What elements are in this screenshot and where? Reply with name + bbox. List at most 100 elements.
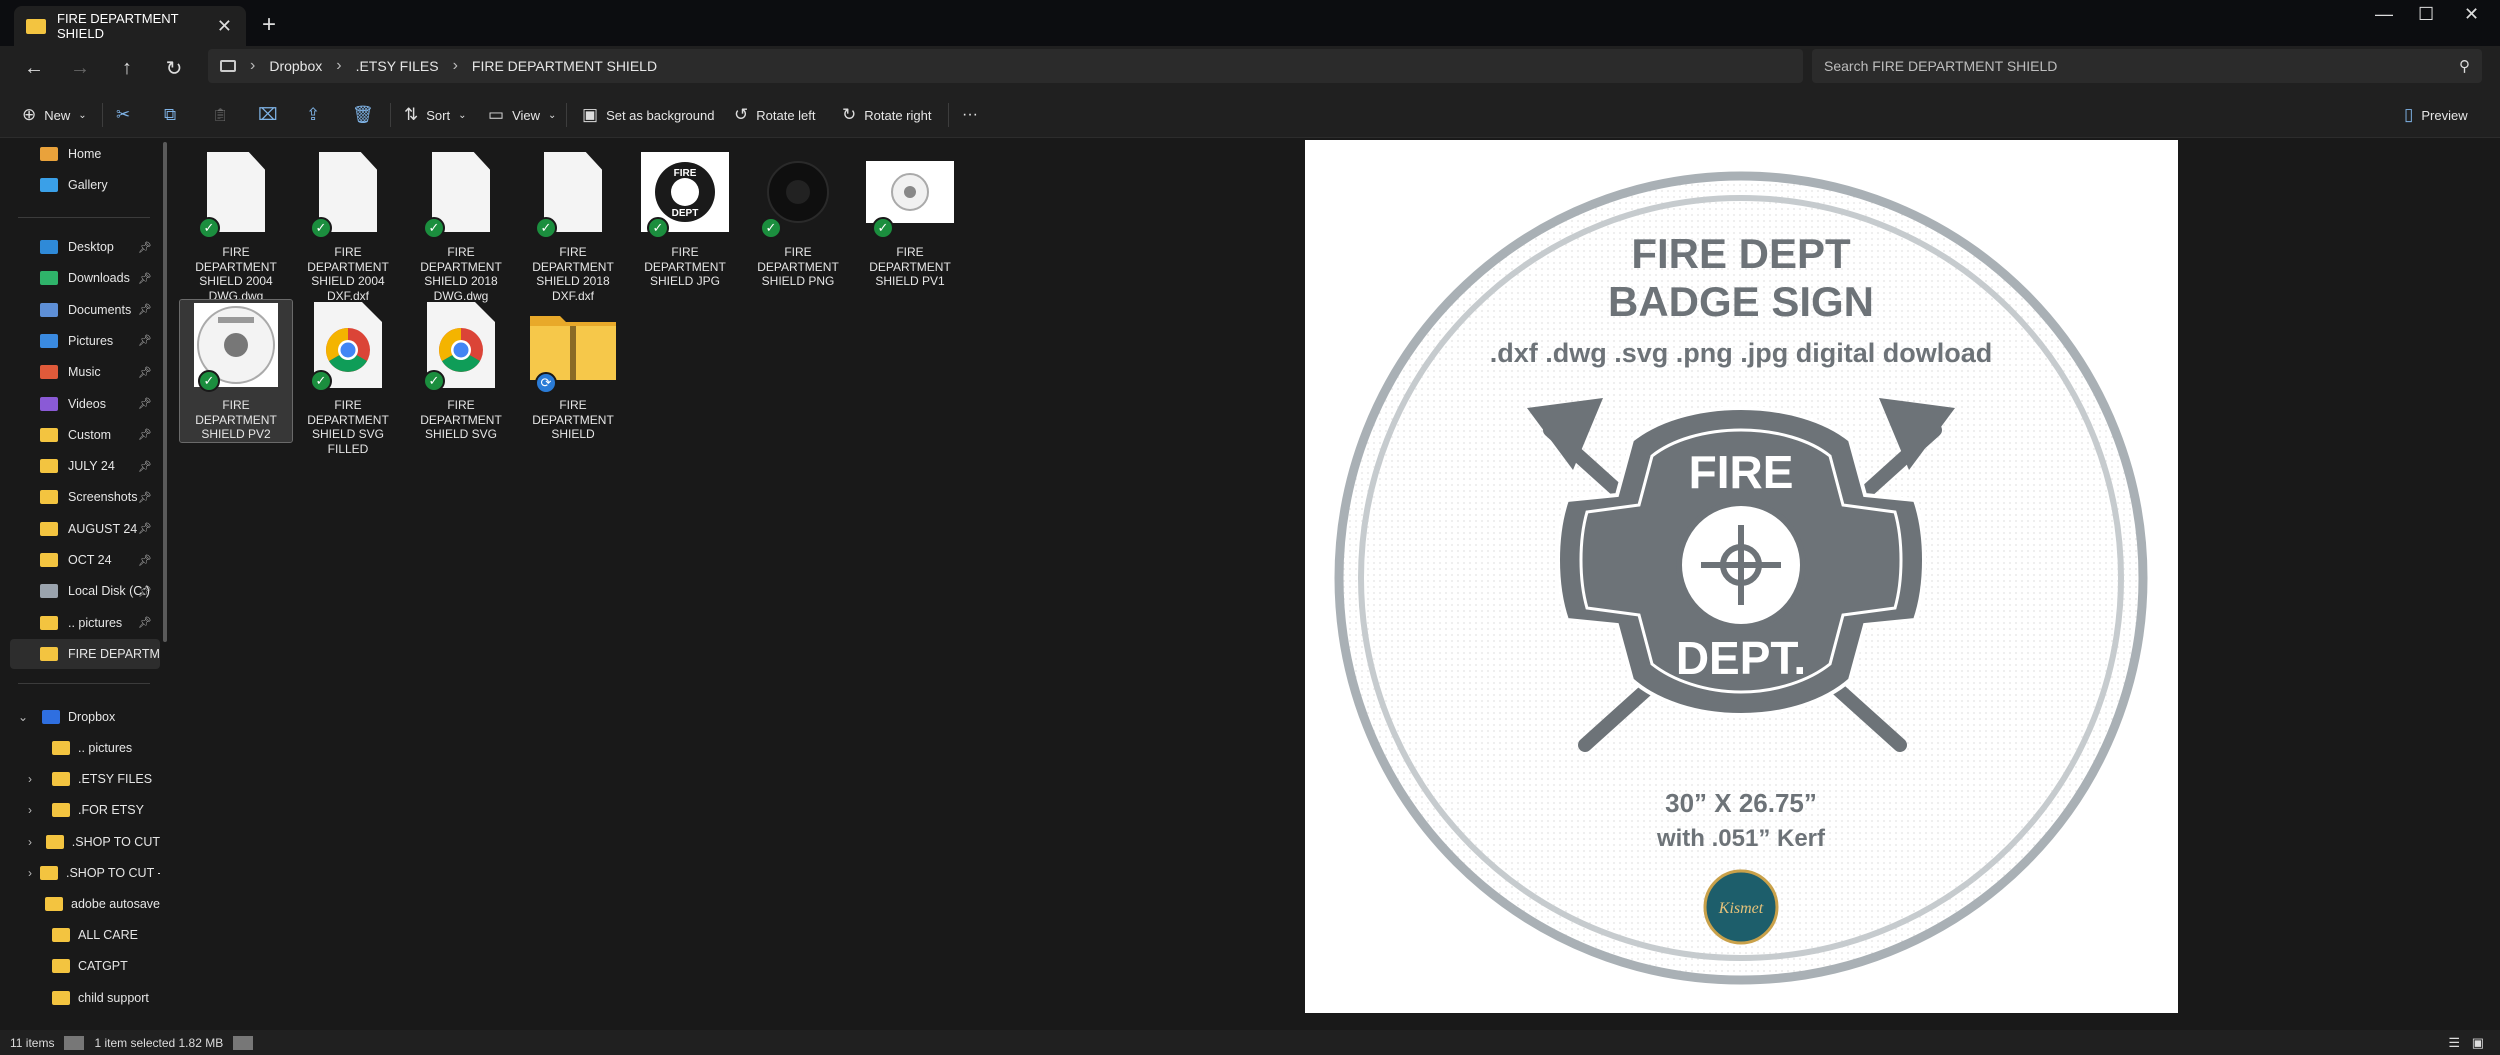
tiles-view-icon[interactable]: ▣ (2462, 1035, 2494, 1051)
rotate-left-button[interactable]: ↺ Rotate left (734, 98, 816, 132)
sidebar-item-label: JULY 24 (68, 459, 115, 474)
divider (233, 1035, 254, 1050)
tree-item--shop-to-cut[interactable]: › .SHOP TO CUT (10, 827, 160, 857)
sidebar-item-custom[interactable]: Custom 📌︎ (10, 420, 160, 450)
back-button[interactable]: ← (18, 52, 50, 84)
file-item[interactable]: ✓ FIRE DEPARTMENT SHIELD 2018 DWG.dwg (405, 147, 517, 303)
tree-item-label: .. pictures (78, 741, 133, 755)
tab-fire-department-shield[interactable]: FIRE DEPARTMENT SHIELD ✕ (14, 6, 246, 46)
breadcrumb-etsy-files[interactable]: .ETSY FILES (356, 58, 439, 74)
breadcrumb-dropbox[interactable]: Dropbox (269, 58, 322, 74)
file-name: FIRE DEPARTMENT SHIELD 2018 DWG.dwg (420, 245, 502, 303)
tree-item-label: .FOR ETSY (78, 803, 144, 818)
desktop-icon (40, 240, 58, 254)
more-options-button[interactable]: ··· (962, 98, 978, 132)
sort-button[interactable]: ⇅ Sort ⌄ (404, 98, 466, 132)
navigation-scrollbar[interactable] (163, 142, 167, 642)
forward-button[interactable]: → (64, 52, 96, 84)
pin-icon: 📌︎ (138, 272, 152, 285)
file-thumbnail: ⟳ (523, 300, 623, 394)
tree-item-all-care[interactable]: ALL CARE (10, 920, 160, 950)
tree-item--etsy-files[interactable]: › .ETSY FILES (10, 764, 160, 794)
chevron-right-icon[interactable]: › (28, 772, 44, 786)
tree-item-label: ALL CARE (78, 928, 138, 943)
file-item[interactable]: ✓ FIRE DEPARTMENT SHIELD PNG (742, 147, 854, 289)
rotate-left-icon: ↺ (734, 105, 749, 124)
sidebar-item-pictures[interactable]: Pictures 📌︎ (10, 326, 160, 356)
sort-label: Sort (426, 107, 451, 123)
file-item[interactable]: ✓ FIRE DEPARTMENT SHIELD PV2 (179, 299, 293, 443)
tree-item-label: .SHOP TO CUT (71, 834, 160, 849)
sidebar-item-screenshots[interactable]: Screenshots 📌︎ (10, 482, 160, 512)
folder-icon (52, 803, 70, 818)
sidebar-item-label: Desktop (68, 240, 114, 254)
sidebar-item-label: Home (68, 147, 102, 161)
status-bar: 11 items 1 item selected 1.82 MB ☰ ▣ (0, 1030, 2500, 1055)
file-item[interactable]: ✓ FIRE DEPARTMENT SHIELD 2004 DWG.dwg (180, 147, 292, 303)
close-window-button[interactable]: ✕ (2464, 4, 2479, 25)
sidebar-item-oct-24[interactable]: OCT 24 📌︎ (10, 545, 160, 575)
sidebar-divider (18, 683, 150, 684)
rename-button[interactable]: ⌧ (258, 98, 278, 132)
file-item[interactable]: ✓ FIRE DEPARTMENT SHIELD 2004 DXF.dxf (292, 147, 404, 303)
up-button[interactable]: ↑ (111, 52, 143, 84)
sidebar-item-label: Downloads (68, 271, 130, 286)
dropbox-icon (42, 710, 60, 724)
file-item[interactable]: ✓ FIRE DEPARTMENT SHIELD SVG FILLED (292, 300, 404, 456)
search-box[interactable]: Search FIRE DEPARTMENT SHIELD ⚲ (1812, 49, 2482, 83)
chevron-right-icon[interactable]: › (28, 803, 44, 817)
view-button[interactable]: ▭ View ⌄ (488, 98, 556, 132)
file-item[interactable]: ✓ FIRE DEPARTMENT SHIELD PV1 (854, 147, 966, 289)
breadcrumb-fire-department-shield[interactable]: FIRE DEPARTMENT SHIELD (472, 58, 657, 74)
search-input[interactable]: Search FIRE DEPARTMENT SHIELD (1824, 58, 2057, 74)
sidebar-item-july-24[interactable]: JULY 24 📌︎ (10, 451, 160, 481)
file-item[interactable]: ✓ FIRE DEPARTMENT SHIELD SVG (405, 300, 517, 442)
drive-icon (40, 584, 58, 599)
new-tab-button[interactable]: + (262, 11, 276, 39)
maximize-button[interactable]: ☐ (2418, 4, 2434, 25)
minimize-button[interactable]: — (2375, 4, 2393, 25)
sidebar-item-videos[interactable]: Videos 📌︎ (10, 389, 160, 419)
cut-icon: ✂ (116, 105, 131, 124)
tree-item-catgpt[interactable]: CATGPT (10, 951, 160, 981)
rotate-right-button[interactable]: ↻ Rotate right (842, 98, 931, 132)
documents-icon (40, 302, 58, 317)
tree-item--for-etsy[interactable]: › .FOR ETSY (10, 795, 160, 825)
tree-item--shop-to-cut-[interactable]: › .SHOP TO CUT - ( (10, 858, 160, 888)
refresh-button[interactable]: ↻ (158, 52, 190, 84)
pin-icon: 📌︎ (138, 398, 152, 410)
set-as-background-button[interactable]: ▣ Set as background (582, 98, 714, 132)
file-name: FIRE DEPARTMENT SHIELD 2004 DWG.dwg (195, 245, 277, 303)
preview-label: Preview (2421, 107, 2468, 123)
file-item[interactable]: ⟳ FIRE DEPARTMENT SHIELD (517, 300, 629, 442)
sidebar-item-documents[interactable]: Documents 📌︎ (10, 295, 160, 325)
folder-icon (52, 772, 70, 787)
sidebar-item-august-24[interactable]: AUGUST 24 📌︎ (10, 514, 160, 544)
sidebar-item-downloads[interactable]: Downloads 📌︎ (10, 263, 160, 293)
paste-button[interactable]: 📋︎ (212, 98, 229, 132)
address-bar[interactable]: › Dropbox › .ETSY FILES › FIRE DEPARTMEN… (208, 49, 1803, 83)
sidebar-item-dropbox[interactable]: ⌄ Dropbox (10, 702, 160, 732)
sidebar-item-fire-department[interactable]: FIRE DEPARTMENT (10, 638, 160, 669)
tree-item-adobe-autosave[interactable]: adobe autosave (10, 889, 160, 919)
sidebar-item-music[interactable]: Music 📌︎ (10, 357, 160, 387)
chevron-right-icon[interactable]: › (28, 835, 38, 849)
preview-pane-button[interactable]: ▯ Preview (2404, 98, 2468, 132)
sidebar-item--pictures[interactable]: .. pictures 📌︎ (10, 608, 160, 638)
delete-button[interactable]: 🗑︎ (352, 98, 374, 132)
cut-button[interactable]: ✂ (116, 98, 130, 132)
copy-button[interactable]: ⧉ (164, 98, 176, 132)
share-button[interactable]: ⇪ (306, 98, 320, 132)
sidebar-item-gallery[interactable]: Gallery (10, 170, 160, 200)
close-tab-icon[interactable]: ✕ (217, 16, 232, 37)
tree-item--pictures[interactable]: .. pictures (10, 733, 160, 763)
file-item[interactable]: ✓ FIRE DEPARTMENT SHIELD 2018 DXF.dxf (517, 147, 629, 303)
sidebar-item-desktop[interactable]: Desktop 📌︎ (10, 232, 160, 262)
sidebar-item-local-disk-c-[interactable]: Local Disk (C:) 📌︎ (10, 576, 160, 606)
sidebar-item-label: Music (68, 365, 101, 380)
tree-item-child-support[interactable]: child support (10, 983, 160, 1013)
file-item[interactable]: FIRE DEPT ✓ FIRE DEPARTMENT SHIELD JPG (629, 147, 741, 289)
new-button[interactable]: ⊕ New ⌄ (22, 98, 87, 132)
chevron-right-icon[interactable]: › (28, 866, 32, 880)
sidebar-item-home[interactable]: Home (10, 139, 160, 169)
